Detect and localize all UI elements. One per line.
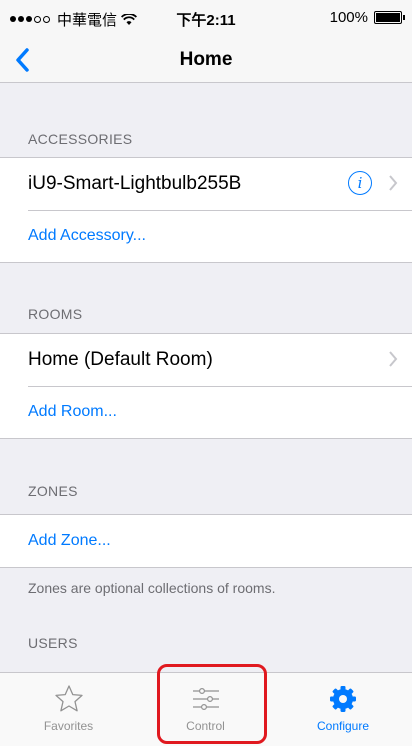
tab-favorites[interactable]: Favorites: [0, 673, 137, 746]
rooms-group: Home (Default Room) Add Room...: [0, 333, 412, 439]
star-icon: [54, 685, 83, 712]
battery-percentage: 100%: [329, 9, 368, 26]
add-zone-button[interactable]: Add Zone...: [0, 515, 412, 567]
room-name: Home (Default Room): [28, 349, 213, 370]
zones-group: Add Zone...: [0, 514, 412, 568]
tab-favorites-label: Favorites: [43, 719, 94, 733]
tab-bar: Favorites Control Configure: [0, 672, 412, 746]
status-bar: 中華電信 下午2:11 100%: [0, 0, 412, 38]
chevron-right-icon: [389, 351, 398, 367]
add-zone-label: Add Zone...: [28, 532, 111, 549]
add-accessory-button[interactable]: Add Accessory...: [0, 210, 412, 262]
gear-icon: [330, 686, 356, 712]
room-row[interactable]: Home (Default Room): [0, 334, 412, 386]
page-title: Home: [179, 49, 233, 70]
add-room-button[interactable]: Add Room...: [0, 386, 412, 438]
add-room-label: Add Room...: [28, 403, 117, 420]
rooms-section-header: ROOMS: [28, 306, 83, 322]
zones-footer-text: Zones are optional collections of rooms.: [28, 580, 276, 596]
navigation-bar: Home: [0, 38, 412, 83]
users-section-header: USERS: [28, 635, 78, 651]
tab-control-label: Control: [186, 719, 225, 733]
chevron-right-icon: [389, 175, 398, 191]
status-right: 100%: [329, 9, 405, 26]
add-accessory-label: Add Accessory...: [28, 227, 146, 244]
tab-control[interactable]: Control: [137, 673, 274, 746]
accessories-section-header: ACCESSORIES: [28, 131, 133, 147]
tab-configure-label: Configure: [316, 719, 370, 733]
sliders-icon: [192, 687, 219, 711]
tab-configure[interactable]: Configure: [274, 673, 412, 746]
accessory-row[interactable]: iU9-Smart-Lightbulb255B i: [0, 158, 412, 210]
battery-icon: [374, 11, 405, 24]
accessories-group: iU9-Smart-Lightbulb255B i Add Accessory.…: [0, 157, 412, 263]
zones-section-header: ZONES: [28, 483, 78, 499]
accessory-name: iU9-Smart-Lightbulb255B: [28, 173, 242, 194]
info-icon[interactable]: i: [348, 171, 372, 195]
